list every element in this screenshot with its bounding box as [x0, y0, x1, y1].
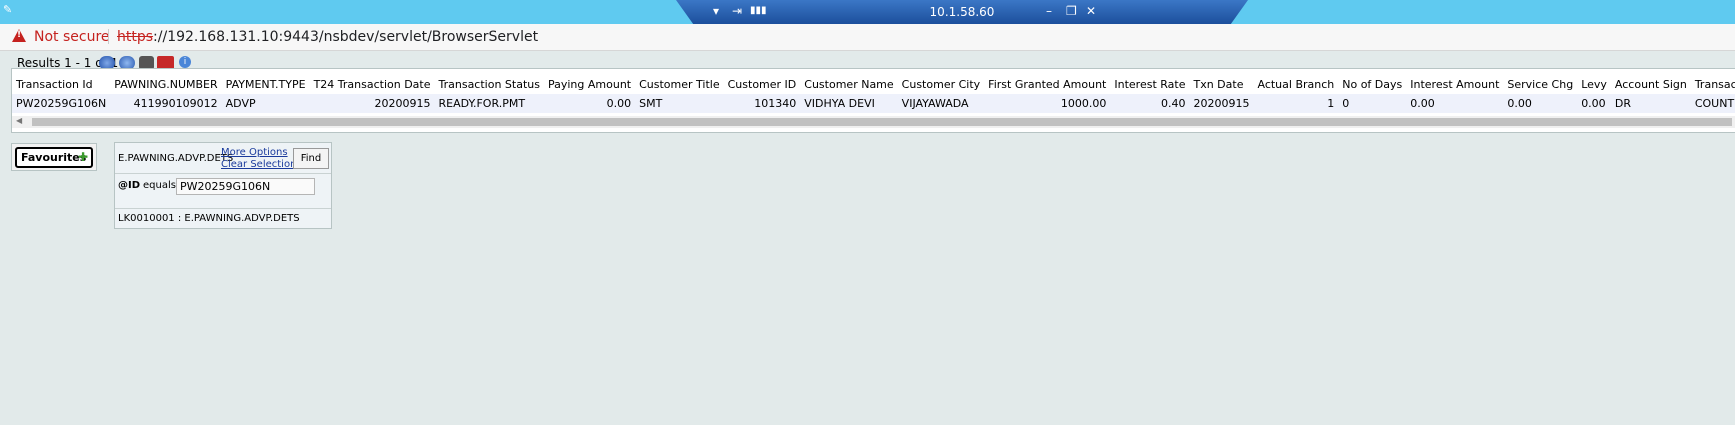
address-bar[interactable]: ! Not secure https://192.168.131.10:9443…: [0, 24, 1735, 51]
column-header[interactable]: First Granted Amount: [984, 69, 1110, 94]
column-header[interactable]: Customer Name: [800, 69, 897, 94]
column-header[interactable]: Transaction Status: [435, 69, 544, 94]
table-cell: 0.00: [1577, 94, 1611, 113]
connection-tab[interactable]: ▾ ⇥ ▮▮▮ 10.1.58.60 – ❐ ✕: [676, 0, 1248, 24]
table-cell: COUNT: [1690, 94, 1735, 113]
table-cell: SMT: [635, 94, 724, 113]
column-header[interactable]: Txn Date: [1189, 69, 1253, 94]
table-cell: 20200915: [1189, 94, 1254, 113]
column-header[interactable]: Customer Title: [635, 69, 724, 94]
favourites-button[interactable]: Favourites ✚: [15, 147, 93, 168]
column-header[interactable]: Levy: [1577, 69, 1611, 94]
table-cell: PW20259G106N: [12, 94, 111, 113]
column-header[interactable]: T24 Transaction Date: [310, 69, 435, 94]
column-header[interactable]: Interest Rate: [1110, 69, 1189, 94]
application-name: E.PAWNING.ADVP.DETS: [118, 153, 234, 164]
results-grid: Transaction Id PAWNING.NUMBER PAYMENT.TYPE…: [11, 68, 1735, 133]
table-cell: 0: [1338, 94, 1407, 113]
table-cell: 0.00: [1503, 94, 1578, 113]
table-row[interactable]: PW20259G106N 411990109012 ADVP 20200915 READ…: [12, 94, 1735, 113]
address-separator: [108, 29, 109, 44]
minimize-icon[interactable]: –: [1046, 3, 1052, 19]
table-cell: 411990109012: [110, 94, 222, 113]
restore-icon[interactable]: ❐: [1066, 3, 1077, 19]
favourites-label: Favourites: [21, 151, 87, 164]
scroll-left-icon[interactable]: ◀: [16, 116, 22, 125]
results-table: Transaction Id PAWNING.NUMBER PAYMENT.TYPE…: [12, 69, 1735, 113]
table-cell: DR: [1610, 94, 1691, 113]
security-label[interactable]: Not secure: [34, 29, 110, 45]
criteria-value-input[interactable]: PW20259G106N: [176, 178, 315, 195]
warning-icon[interactable]: !: [12, 29, 26, 42]
more-options-link[interactable]: More Options: [221, 147, 288, 158]
column-header[interactable]: Account Sign: [1611, 69, 1691, 94]
info-icon[interactable]: i: [179, 56, 191, 68]
column-header[interactable]: PAYMENT.TYPE: [222, 69, 310, 94]
find-button[interactable]: Find: [293, 148, 329, 169]
selection-footer: LK0010001 : E.PAWNING.ADVP.DETS: [118, 213, 300, 224]
table-cell: VIJAYAWADA: [897, 94, 985, 113]
app-icon: ✎: [3, 3, 13, 16]
column-header[interactable]: Actual Branch: [1253, 69, 1338, 94]
add-favourite-icon[interactable]: ✚: [78, 150, 88, 164]
selection-panel: E.PAWNING.ADVP.DETS More Options Clear S…: [114, 142, 332, 229]
column-header[interactable]: Paying Amount: [544, 69, 635, 94]
clear-selection-link[interactable]: Clear Selection: [221, 159, 296, 170]
criteria-operator: equals: [143, 180, 176, 191]
column-header[interactable]: Customer ID: [724, 69, 801, 94]
table-cell: 1: [1253, 94, 1339, 113]
column-header[interactable]: Transaction Id: [12, 69, 110, 94]
table-cell: VIDHYA DEVI: [800, 94, 898, 113]
selection-criteria: @ID equals PW20259G106N: [115, 174, 331, 209]
column-header[interactable]: PAWNING.NUMBER: [110, 69, 221, 94]
horizontal-scrollbar[interactable]: ◀: [12, 116, 1735, 128]
column-header[interactable]: No of Days: [1338, 69, 1406, 94]
table-cell: 0.40: [1110, 94, 1190, 113]
table-cell: 101340: [723, 94, 801, 113]
column-header[interactable]: Interest Amount: [1406, 69, 1503, 94]
table-cell: 0.00: [543, 94, 636, 113]
table-cell: 1000.00: [984, 94, 1111, 113]
selection-header: E.PAWNING.ADVP.DETS More Options Clear S…: [115, 143, 331, 174]
table-header-row: Transaction Id PAWNING.NUMBER PAYMENT.TYPE…: [12, 69, 1735, 94]
remote-session-bar: ✎ ▾ ⇥ ▮▮▮ 10.1.58.60 – ❐ ✕: [0, 0, 1735, 24]
column-header[interactable]: Transaction Channel: [1691, 69, 1735, 94]
column-header[interactable]: Service Chg: [1503, 69, 1577, 94]
host-ip: 10.1.58.60: [929, 5, 995, 19]
table-cell: ADVP: [221, 94, 310, 113]
url-path: ://192.168.131.10:9443/nsbdev/servlet/Br…: [153, 29, 539, 45]
close-icon[interactable]: ✕: [1086, 3, 1096, 19]
table-cell: 0.00: [1406, 94, 1504, 113]
criteria-field: @ID: [118, 180, 141, 191]
url-scheme: https: [117, 29, 154, 45]
table-cell: READY.FOR.PMT: [434, 94, 544, 113]
scroll-thumb[interactable]: [32, 118, 1732, 126]
favourites-panel: Favourites ✚: [11, 143, 97, 171]
column-header[interactable]: Customer City: [898, 69, 985, 94]
url-text[interactable]: https://192.168.131.10:9443/nsbdev/servl…: [117, 29, 538, 45]
table-cell: 20200915: [309, 94, 435, 113]
